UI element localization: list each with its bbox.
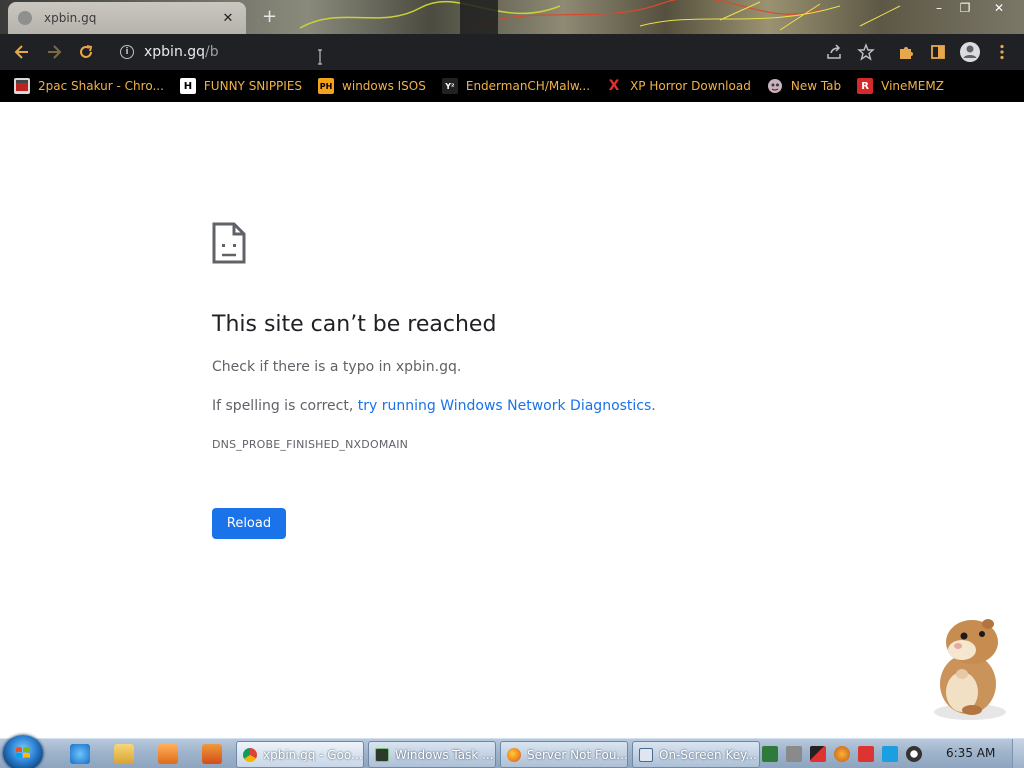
tray-monitor-icon[interactable] <box>882 746 898 762</box>
task-label: Server Not Fou... <box>527 747 627 762</box>
bookmark-star-button[interactable] <box>854 40 878 64</box>
url-host: xpbin.gq <box>144 44 206 60</box>
star-icon <box>857 43 875 61</box>
keyboard-icon <box>639 747 653 762</box>
system-tray <box>762 742 930 766</box>
chrome-icon <box>243 747 257 762</box>
account-avatar-icon <box>960 42 980 62</box>
windows-flag-icon <box>16 747 30 758</box>
bookmark-windows-isos[interactable]: PH windows ISOS <box>318 78 426 94</box>
menu-button[interactable] <box>990 40 1014 64</box>
tray-app-icon[interactable] <box>762 746 778 762</box>
bookmark-label: FUNNY SNIPPIES <box>203 79 303 93</box>
bookmarks-bar: 2pac Shakur - Chro... H FUNNY SNIPPIES P… <box>0 70 1024 102</box>
start-button[interactable] <box>3 735 43 768</box>
spelling-prefix: If spelling is correct, <box>212 398 358 414</box>
error-spelling-hint: If spelling is correct, try running Wind… <box>212 398 656 414</box>
forward-arrow-icon <box>48 45 62 59</box>
film-strip-icon <box>14 78 30 94</box>
bookmark-endermanch[interactable]: Y² EndermanCH/Malw... <box>441 78 591 94</box>
bookmark-xp-horror[interactable]: X XP Horror Download <box>606 78 751 94</box>
browser-tab-strip: xpbin.gq ✕ + – ❐ ✕ <box>0 0 1024 34</box>
taskbar-on-screen-keyboard[interactable]: On-Screen Key... <box>632 741 760 768</box>
bookmark-label: EndermanCH/Malw... <box>465 79 591 93</box>
hamster-mascot-icon <box>934 619 1006 720</box>
side-panel-icon <box>931 45 945 59</box>
bookmark-label: XP Horror Download <box>630 79 751 93</box>
windows-taskbar: xpbin.gq - Goo... Windows Task ... Serve… <box>0 735 1024 768</box>
task-manager-icon <box>375 747 389 762</box>
browser-toolbar: i xpbin.gq/b <box>0 34 1024 70</box>
task-label: Windows Task ... <box>395 747 494 762</box>
red-x-icon: X <box>608 78 620 94</box>
bookmark-label: New Tab <box>790 79 842 93</box>
taskbar-firefox-window[interactable]: Server Not Fou... <box>500 741 628 768</box>
tab-close-icon[interactable]: ✕ <box>220 11 236 26</box>
text-cursor-icon <box>318 49 322 65</box>
tray-settings-icon[interactable] <box>786 746 802 762</box>
sad-document-icon <box>212 222 246 264</box>
new-tab-button[interactable]: + <box>262 6 277 27</box>
internet-explorer-icon[interactable] <box>70 744 90 764</box>
app-launcher-icon[interactable] <box>202 744 222 764</box>
tray-search-icon[interactable] <box>834 746 850 762</box>
bookmark-label: VineMEMZ <box>881 79 944 93</box>
forward-button[interactable] <box>42 40 66 64</box>
share-button[interactable] <box>822 40 846 64</box>
bookmark-vinememz[interactable]: R VineMEMZ <box>857 78 944 94</box>
error-code: DNS_PROBE_FINISHED_NXDOMAIN <box>212 438 409 451</box>
error-typo-hint: Check if there is a typo in xpbin.gq. <box>212 359 462 375</box>
task-label: On-Screen Key... <box>659 747 757 762</box>
taskbar-task-manager[interactable]: Windows Task ... <box>368 741 496 768</box>
tray-volume-icon[interactable] <box>906 746 922 762</box>
network-diagnostics-link[interactable]: try running Windows Network Diagnostics <box>358 398 652 414</box>
reload-toolbar-button[interactable] <box>74 40 98 64</box>
taskbar-chrome-window[interactable]: xpbin.gq - Goo... <box>236 741 364 768</box>
browser-tab[interactable]: xpbin.gq ✕ <box>8 2 246 34</box>
show-desktop-button[interactable] <box>1012 739 1024 768</box>
share-icon <box>827 44 841 59</box>
puzzle-piece-icon <box>900 47 913 59</box>
taskbar-clock[interactable]: 6:35 AM <box>946 746 995 760</box>
bookmark-funny-snippies[interactable]: H FUNNY SNIPPIES <box>179 78 303 94</box>
bookmark-2pac[interactable]: 2pac Shakur - Chro... <box>14 78 164 94</box>
url-path: /b <box>205 44 219 60</box>
tab-title: xpbin.gq <box>44 11 97 25</box>
side-panel-button[interactable] <box>926 40 950 64</box>
kebab-menu-icon <box>1000 44 1004 60</box>
media-player-icon[interactable] <box>158 744 178 764</box>
firefox-icon <box>507 747 521 762</box>
back-arrow-icon <box>14 45 28 59</box>
bookmark-new-tab[interactable]: New Tab <box>767 78 841 94</box>
error-title: This site can’t be reached <box>212 312 497 337</box>
red-r-icon: R <box>857 78 874 94</box>
tray-flag-icon[interactable] <box>858 746 874 762</box>
tray-tool-icon[interactable] <box>810 746 826 762</box>
letter-h-icon: H <box>179 78 196 94</box>
reload-button[interactable]: Reload <box>212 508 286 539</box>
refresh-icon <box>80 45 93 58</box>
profile-button[interactable] <box>958 40 982 64</box>
minimize-button[interactable]: – <box>926 0 952 16</box>
extensions-button[interactable] <box>894 40 918 64</box>
bookmark-label: windows ISOS <box>342 79 426 93</box>
file-explorer-icon[interactable] <box>114 744 134 764</box>
task-label: xpbin.gq - Goo... <box>263 747 363 762</box>
restore-button[interactable]: ❐ <box>952 0 978 16</box>
close-window-button[interactable]: ✕ <box>986 0 1012 16</box>
bookmark-label: 2pac Shakur - Chro... <box>38 79 164 93</box>
page-content: This site can’t be reached Check if ther… <box>0 102 1024 738</box>
tab-favicon-icon <box>18 11 32 25</box>
address-bar[interactable]: i xpbin.gq/b <box>110 38 882 66</box>
site-info-icon[interactable]: i <box>120 45 134 59</box>
globe-face-icon <box>767 78 783 94</box>
ph-logo-icon: PH <box>318 78 335 94</box>
back-button[interactable] <box>10 40 34 64</box>
spelling-suffix: . <box>651 398 656 414</box>
youtube-letter-icon: Y² <box>441 78 458 94</box>
